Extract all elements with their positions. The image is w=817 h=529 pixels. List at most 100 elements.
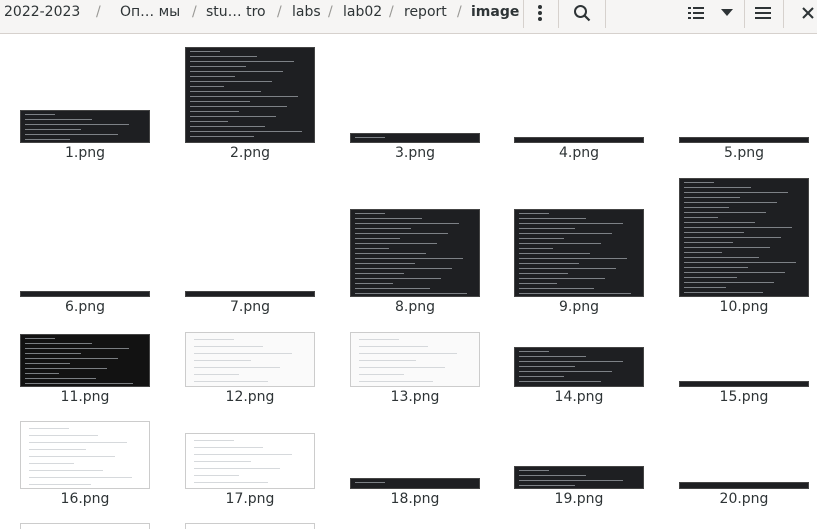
- file-thumbnail: [514, 209, 644, 297]
- terminal-text-line: [684, 187, 751, 188]
- view-options-button[interactable]: [714, 0, 740, 26]
- file-thumbnail: [185, 291, 315, 297]
- breadcrumb-item[interactable]: stu… tro: [206, 0, 266, 34]
- file-name: 5.png: [723, 145, 764, 161]
- terminal-text-line: [25, 348, 129, 349]
- page-text-line: [359, 367, 445, 368]
- terminal-text-line: [519, 218, 586, 219]
- close-window-button[interactable]: [798, 0, 817, 26]
- terminal-text-line: [519, 268, 616, 269]
- page-text-line: [29, 484, 91, 485]
- page-text-line: [194, 461, 251, 462]
- breadcrumb-separator: /: [328, 4, 333, 20]
- file-thumbnail: [20, 110, 150, 143]
- header-bar: 2022-2023 / Оп… мы / stu… tro / labs / l…: [0, 0, 817, 34]
- terminal-text-line: [190, 81, 272, 82]
- file-thumbnail: [350, 209, 480, 297]
- file-thumbnail: [679, 178, 809, 297]
- terminal-text-line: [25, 139, 70, 140]
- page-text-line: [359, 339, 399, 340]
- terminal-text-line: [355, 283, 393, 284]
- terminal-text-line: [25, 358, 118, 359]
- terminal-text-line: [519, 470, 549, 471]
- terminal-text-line: [519, 475, 586, 476]
- terminal-text-line: [519, 288, 594, 289]
- terminal-text-line: [355, 293, 467, 294]
- file-thumbnail: [350, 478, 480, 489]
- terminal-text-line: [25, 383, 133, 384]
- file-name: 17.png: [225, 491, 275, 507]
- close-icon: [802, 7, 814, 19]
- file-name: 6.png: [64, 299, 105, 315]
- breadcrumb-item[interactable]: report: [404, 0, 447, 34]
- terminal-text-line: [519, 361, 623, 362]
- terminal-text-line: [355, 233, 448, 234]
- terminal-text-line: [190, 111, 239, 112]
- list-view-icon: [688, 7, 704, 19]
- search-button[interactable]: [566, 0, 598, 26]
- file-thumbnail: [514, 466, 644, 489]
- terminal-text-line: [519, 278, 605, 279]
- terminal-text-line: [684, 252, 722, 253]
- page-text-line: [29, 477, 132, 478]
- file-thumbnail: [185, 523, 315, 529]
- file-name: 15.png: [719, 389, 769, 405]
- terminal-text-line: [684, 237, 781, 238]
- terminal-text-line: [684, 262, 796, 263]
- page-text-line: [194, 440, 234, 441]
- breadcrumb-item[interactable]: Оп… мы: [120, 0, 180, 34]
- hamburger-menu-icon: [755, 7, 771, 19]
- breadcrumb-separator: /: [192, 4, 197, 20]
- terminal-text-line: [190, 86, 224, 87]
- folder-menu-button[interactable]: [528, 0, 552, 26]
- file-name: 3.png: [394, 145, 435, 161]
- file-name: 1.png: [64, 145, 105, 161]
- breadcrumb-item-current[interactable]: image: [471, 0, 519, 34]
- terminal-text-line: [190, 71, 283, 72]
- page-text-line: [29, 428, 69, 429]
- terminal-text-line: [519, 351, 549, 352]
- breadcrumb-separator: /: [96, 4, 101, 20]
- terminal-text-line: [190, 106, 287, 107]
- page-text-line: [29, 442, 127, 443]
- page-text-line: [359, 346, 428, 347]
- breadcrumb-item-parent[interactable]: 2022-2023: [4, 0, 80, 34]
- terminal-text-line: [25, 353, 81, 354]
- file-thumbnail: [679, 482, 809, 489]
- terminal-text-line: [519, 238, 564, 239]
- terminal-text-line: [355, 238, 400, 239]
- terminal-text-line: [190, 116, 276, 117]
- terminal-text-line: [684, 232, 744, 233]
- main-menu-button[interactable]: [748, 0, 778, 26]
- file-thumbnail: [20, 523, 150, 529]
- terminal-text-line: [25, 338, 55, 339]
- terminal-text-line: [684, 207, 729, 208]
- terminal-text-line: [355, 263, 415, 264]
- file-name: 4.png: [558, 145, 599, 161]
- terminal-text-line: [684, 222, 755, 223]
- terminal-text-line: [355, 218, 422, 219]
- terminal-text-line: [519, 228, 575, 229]
- terminal-text-line: [25, 373, 59, 374]
- breadcrumb-separator: /: [389, 4, 394, 20]
- terminal-text-line: [25, 129, 81, 130]
- terminal-text-line: [190, 101, 250, 102]
- page-text-line: [194, 482, 268, 483]
- file-name: 9.png: [558, 299, 599, 315]
- terminal-text-line: [519, 253, 590, 254]
- file-thumbnail: [350, 133, 480, 143]
- separator: [558, 0, 559, 28]
- file-thumbnail: [20, 421, 150, 489]
- terminal-text-line: [25, 119, 92, 120]
- page-text-line: [194, 447, 263, 448]
- terminal-text-line: [355, 273, 404, 274]
- file-thumbnail: [350, 332, 480, 387]
- terminal-text-line: [355, 288, 430, 289]
- breadcrumb-item[interactable]: labs: [292, 0, 321, 34]
- breadcrumb-item[interactable]: lab02: [343, 0, 382, 34]
- separator: [523, 0, 524, 28]
- terminal-text-line: [355, 253, 426, 254]
- file-name: 8.png: [394, 299, 435, 315]
- list-view-button[interactable]: [680, 0, 712, 26]
- terminal-text-line: [355, 258, 463, 259]
